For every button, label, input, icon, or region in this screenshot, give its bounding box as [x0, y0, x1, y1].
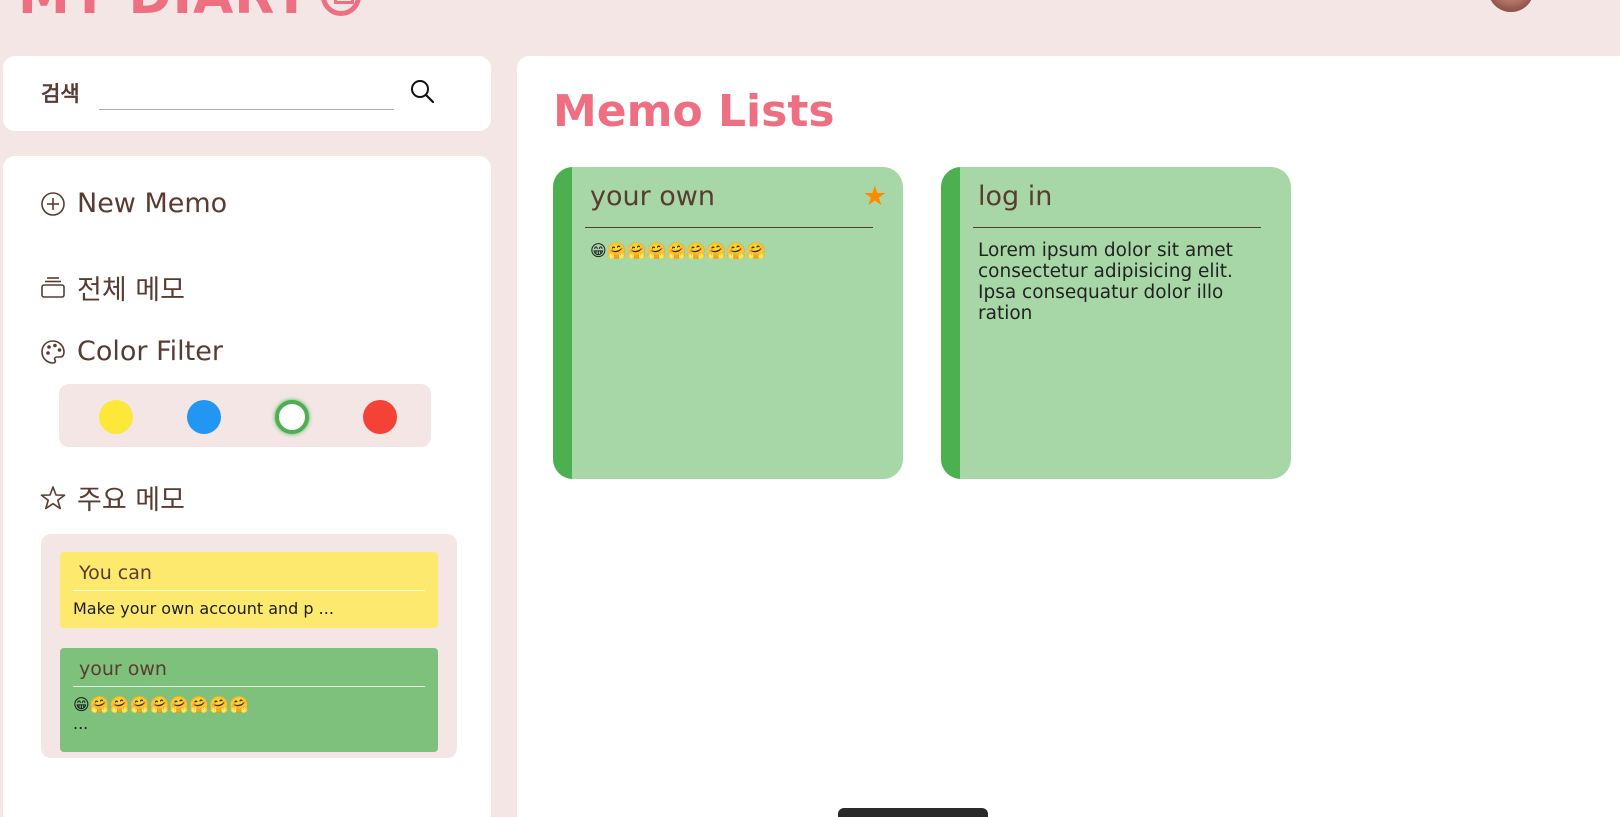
- memo-body: Lorem ipsum dolor sit amet consectetur a…: [978, 240, 1233, 324]
- important-memo-title: your own: [73, 648, 425, 687]
- floating-handle[interactable]: [838, 808, 988, 817]
- search-input[interactable]: [99, 82, 394, 110]
- color-filter-options: [59, 384, 431, 447]
- memo-divider: [585, 227, 873, 228]
- important-memos-heading: 주요 메모: [39, 478, 185, 517]
- important-memos-label: 주요 메모: [77, 485, 185, 516]
- all-memos-label: 전체 메모: [77, 275, 185, 306]
- memo-color-stripe: [553, 167, 572, 479]
- color-filter-heading: Color Filter: [39, 336, 223, 367]
- important-memo-preview: Make your own account and p ...: [73, 599, 334, 618]
- plus-circle-icon: [41, 191, 65, 216]
- sidebar: New Memo 전체 메모 Color Filter 주요 메모 You ca…: [3, 156, 491, 817]
- star-filled-icon[interactable]: ★: [863, 181, 887, 212]
- color-filter-red[interactable]: [363, 400, 397, 434]
- new-memo-button[interactable]: New Memo: [39, 188, 227, 219]
- memo-title: log in: [978, 181, 1053, 212]
- memo-divider: [973, 227, 1261, 228]
- star-outline-icon: [40, 485, 66, 509]
- important-memo-item[interactable]: your own 😁🤗🤗🤗🤗🤗🤗🤗🤗 ...: [60, 648, 438, 752]
- stack-icon: [41, 276, 65, 298]
- diary-icon: [321, 0, 362, 16]
- important-memo-more: ...: [73, 714, 89, 733]
- all-memos-button[interactable]: 전체 메모: [39, 268, 185, 307]
- search-button[interactable]: [408, 78, 436, 106]
- memo-card[interactable]: log in Lorem ipsum dolor sit amet consec…: [941, 167, 1291, 479]
- brand-title: MY DIARY: [18, 0, 311, 26]
- color-filter-green[interactable]: [275, 400, 309, 434]
- search-icon: [411, 80, 435, 104]
- important-memo-preview: 😁🤗🤗🤗🤗🤗🤗🤗🤗: [73, 695, 250, 714]
- user-avatar[interactable]: [1488, 0, 1534, 12]
- important-memo-title: You can: [73, 552, 425, 591]
- search-panel: 검색: [3, 56, 491, 131]
- palette-icon: [41, 339, 65, 364]
- color-filter-label: Color Filter: [77, 336, 223, 367]
- main-panel: Memo Lists your own ★ 😁🤗🤗🤗🤗🤗🤗🤗🤗 log in L…: [517, 56, 1620, 817]
- page-title: Memo Lists: [553, 86, 835, 137]
- important-memo-item[interactable]: You can Make your own account and p ...: [60, 552, 438, 628]
- memo-title: your own: [590, 181, 716, 212]
- search-label: 검색: [41, 82, 80, 106]
- color-filter-blue[interactable]: [187, 400, 221, 434]
- memo-color-stripe: [941, 167, 960, 479]
- color-filter-yellow[interactable]: [99, 400, 133, 434]
- memo-card[interactable]: your own ★ 😁🤗🤗🤗🤗🤗🤗🤗🤗: [553, 167, 903, 479]
- memo-body: 😁🤗🤗🤗🤗🤗🤗🤗🤗: [590, 241, 767, 260]
- important-memos-list: You can Make your own account and p ... …: [41, 534, 457, 758]
- new-memo-label: New Memo: [77, 188, 228, 219]
- app-logo[interactable]: MY DIARY: [18, 0, 362, 26]
